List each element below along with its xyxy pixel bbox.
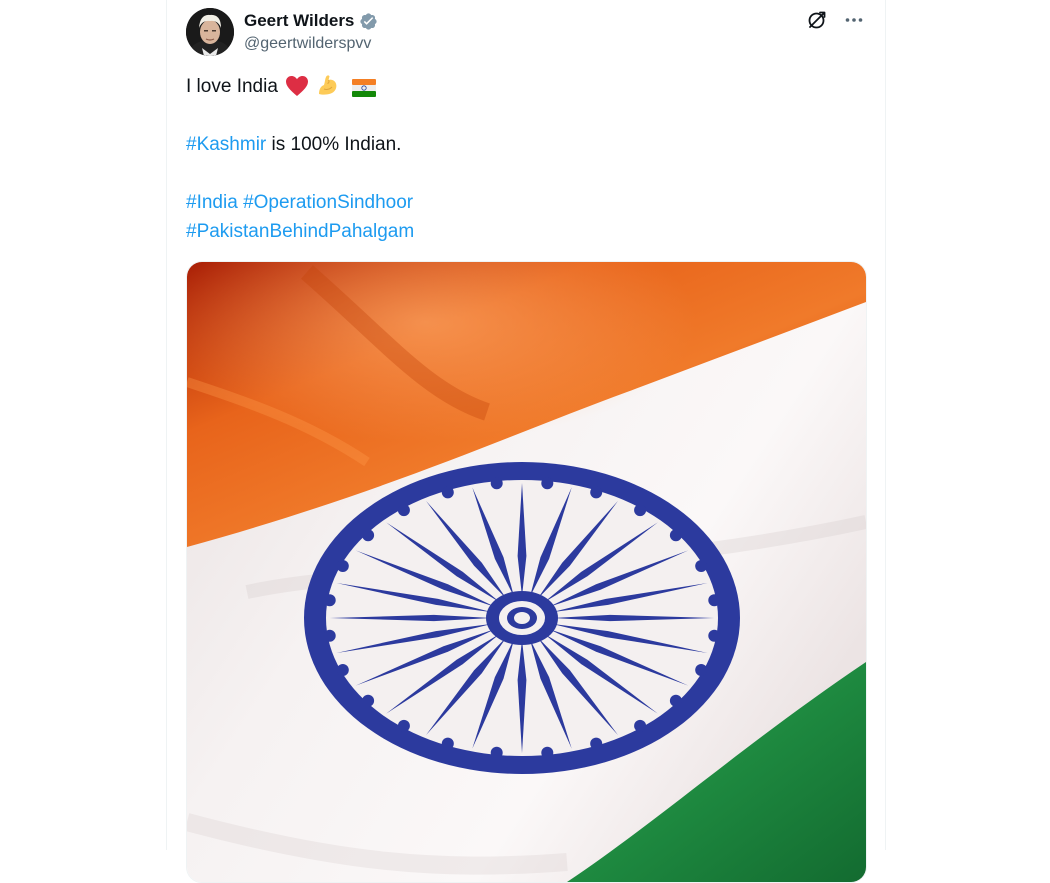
- avatar[interactable]: [186, 8, 234, 56]
- grok-icon[interactable]: [805, 8, 829, 32]
- hashtag-operationsindhoor-link[interactable]: #OperationSindhoor: [243, 192, 413, 213]
- chakra-scallop: [336, 664, 349, 676]
- chakra-scallop: [708, 629, 721, 642]
- tweet-column: Geert Wilders @geertwilderspvv I love In…: [166, 0, 886, 883]
- chakra-scallop: [441, 737, 454, 750]
- display-name[interactable]: Geert Wilders: [244, 10, 354, 32]
- more-options-icon[interactable]: [843, 9, 865, 31]
- chakra-scallop: [362, 694, 375, 707]
- chakra-scallop: [634, 504, 647, 517]
- chakra-scallop: [634, 719, 647, 732]
- chakra-scallop: [397, 504, 410, 517]
- tweet-line-1: I love India: [186, 72, 866, 101]
- tweet-line-2-text: is 100% Indian.: [266, 134, 402, 155]
- tweet-media-image[interactable]: [186, 261, 867, 883]
- hashtag-india-link[interactable]: #India: [186, 192, 238, 213]
- hashtag-pakistanbehindpahalgam-link[interactable]: #PakistanBehindPahalgam: [186, 221, 414, 242]
- tweet-line-3: #India #OperationSindhoor: [186, 188, 866, 217]
- tweet-line-4: #PakistanBehindPahalgam: [186, 217, 866, 246]
- tweet-line-2: #Kashmir is 100% Indian.: [186, 130, 866, 159]
- chakra-scallop: [695, 560, 708, 572]
- red-heart-icon: [285, 75, 309, 106]
- tweet-text: I love India #Kashmir is 100% Indian. #I…: [186, 72, 866, 246]
- chakra-scallop: [695, 664, 708, 676]
- verified-badge-icon: [359, 12, 378, 31]
- chakra-scallop: [441, 486, 454, 499]
- author-block: Geert Wilders @geertwilderspvv: [244, 10, 378, 55]
- chakra-scallop: [541, 746, 554, 759]
- chakra-scallop: [669, 529, 682, 542]
- chakra-scallop: [336, 560, 349, 572]
- tweet-top-actions: [805, 8, 865, 32]
- hashtag-kashmir-link[interactable]: #Kashmir: [186, 134, 266, 155]
- chakra-scallop: [708, 594, 721, 607]
- chakra-scallop: [362, 529, 375, 542]
- chakra-scallop: [669, 694, 682, 707]
- chakra-scallop: [323, 629, 336, 642]
- flexed-biceps-icon: [316, 73, 340, 106]
- india-flag-icon: [351, 77, 376, 106]
- chakra-scallop: [541, 477, 554, 490]
- chakra-scallop: [490, 746, 503, 759]
- chakra-scallop: [490, 477, 503, 490]
- chakra-scallop: [323, 594, 336, 607]
- chakra-scallop: [397, 719, 410, 732]
- user-handle[interactable]: @geertwilderspvv: [244, 33, 378, 55]
- india-flag-image: [187, 262, 866, 882]
- chakra-scallop: [590, 737, 603, 750]
- chakra-scallop: [590, 486, 603, 499]
- tweet-line-1-text: I love India: [186, 76, 278, 97]
